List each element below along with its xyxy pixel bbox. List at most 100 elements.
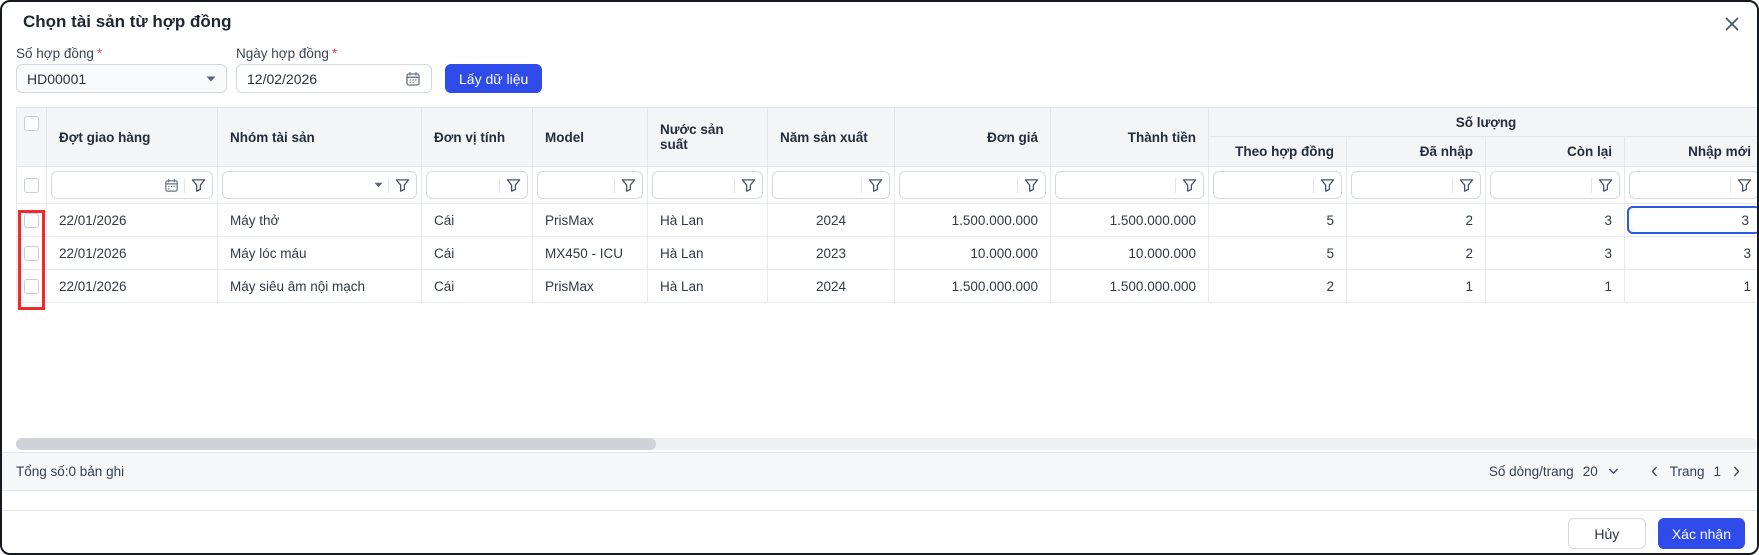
funnel-icon[interactable] — [184, 178, 206, 193]
funnel-icon[interactable] — [614, 178, 636, 193]
select-all-checkbox[interactable] — [24, 116, 39, 131]
cell-con-lai: 3 — [1486, 204, 1625, 236]
chevron-right-icon[interactable] — [1730, 465, 1743, 478]
contract-date-value: 12/02/2026 — [247, 71, 317, 87]
dialog-title: Chọn tài sản từ hợp đồng — [23, 12, 232, 32]
cell-theo-hop-dong: 5 — [1209, 237, 1347, 269]
row-checkbox-cell — [17, 237, 47, 269]
filter-cell-dot-giao-hang — [47, 167, 218, 203]
row-checkbox[interactable] — [24, 246, 39, 261]
contract-date-input[interactable]: 12/02/2026 — [236, 64, 432, 93]
cell-dot-giao-hang: 22/01/2026 — [47, 204, 218, 236]
cell-thanh-tien: 1.500.000.000 — [1051, 270, 1209, 302]
cell-nam-san-xuat: 2024 — [768, 204, 895, 236]
filter-input-theo-hop-dong[interactable] — [1213, 171, 1342, 199]
filter-input-nhap-moi[interactable] — [1629, 171, 1757, 199]
filter-checkbox-cell — [17, 167, 47, 203]
filter-cell-nhap-moi — [1625, 167, 1757, 203]
total-records-text: Tổng số:0 bản ghi — [16, 464, 124, 479]
filter-cell-thanh-tien — [1051, 167, 1209, 203]
filter-input-don-vi-tinh[interactable] — [426, 171, 528, 199]
filter-input-don-gia[interactable] — [899, 171, 1046, 199]
required-asterisk: * — [97, 46, 102, 61]
calendar-icon — [405, 71, 421, 87]
filter-input-dot-giao-hang[interactable] — [51, 171, 213, 199]
funnel-icon[interactable] — [734, 178, 756, 193]
cell-thanh-tien: 1.500.000.000 — [1051, 204, 1209, 236]
horizontal-scrollbar[interactable] — [16, 438, 1757, 450]
filter-input-con-lai[interactable] — [1490, 171, 1620, 199]
page-label: Trang — [1670, 464, 1705, 479]
page-size-value[interactable]: 20 — [1583, 464, 1598, 479]
caret-down-icon — [206, 76, 216, 82]
cell-nhom-tai-san: Máy thở — [218, 204, 422, 236]
funnel-icon[interactable] — [388, 178, 410, 193]
col-header-nuoc-san-xuat: Nước sản suất — [648, 108, 768, 166]
col-header-nam-san-xuat: Năm sản xuất — [768, 108, 895, 166]
fetch-data-button[interactable]: Lấy dữ liệu — [445, 64, 542, 93]
scrollbar-thumb[interactable] — [16, 438, 656, 450]
cell-nuoc-san-xuat: Hà Lan — [648, 237, 768, 269]
close-button[interactable] — [1723, 15, 1741, 33]
filter-cell-con-lai — [1486, 167, 1625, 203]
calendar-icon[interactable] — [164, 178, 179, 193]
table-row: 22/01/2026Máy lóc máuCáiMX450 - ICUHà La… — [16, 237, 1757, 270]
funnel-icon[interactable] — [1017, 178, 1039, 193]
contract-number-label: Số hợp đồng* — [16, 46, 102, 61]
chevron-left-icon[interactable] — [1648, 465, 1661, 478]
required-asterisk: * — [332, 46, 337, 61]
chevron-down-icon[interactable] — [1607, 465, 1620, 478]
table-filter-row — [16, 167, 1757, 204]
cell-theo-hop-dong: 5 — [1209, 204, 1347, 236]
cell-don-gia: 1.500.000.000 — [895, 270, 1051, 302]
funnel-icon[interactable] — [1730, 178, 1752, 193]
filter-input-da-nhap[interactable] — [1351, 171, 1481, 199]
filter-cell-model — [533, 167, 648, 203]
filter-cell-nhom-tai-san — [218, 167, 422, 203]
filter-input-thanh-tien[interactable] — [1055, 171, 1204, 199]
caret-down-icon[interactable] — [374, 182, 383, 188]
row-checkbox-cell — [17, 270, 47, 302]
cell-nhom-tai-san: Máy lóc máu — [218, 237, 422, 269]
funnel-icon[interactable] — [1175, 178, 1197, 193]
cell-don-vi-tinh: Cái — [422, 270, 533, 302]
row-checkbox-cell — [17, 204, 47, 236]
page-size-label: Số dòng/trang — [1489, 464, 1574, 479]
page-number: 1 — [1713, 464, 1721, 479]
cell-nhom-tai-san: Máy siêu âm nội mạch — [218, 270, 422, 302]
col-header-don-vi-tinh: Đơn vị tính — [422, 108, 533, 166]
funnel-icon[interactable] — [1313, 178, 1335, 193]
cell-model: PrisMax — [533, 270, 648, 302]
col-header-dot-giao-hang: Đợt giao hàng — [47, 108, 218, 166]
filter-input-nhom-tai-san[interactable] — [222, 171, 417, 199]
cancel-button[interactable]: Hủy — [1568, 518, 1646, 549]
cell-nam-san-xuat: 2024 — [768, 270, 895, 302]
contract-number-select[interactable]: HD00001 — [16, 64, 227, 93]
dialog-actions: Hủy Xác nhận — [2, 510, 1757, 549]
close-icon — [1724, 16, 1740, 32]
table-row: 22/01/2026Máy siêu âm nội mạchCáiPrisMax… — [16, 270, 1757, 303]
nhap-moi-cell-input[interactable]: 3 — [1627, 206, 1757, 234]
funnel-icon[interactable] — [1452, 178, 1474, 193]
row-checkbox[interactable] — [24, 279, 39, 294]
col-header-con-lai: Còn lại — [1486, 137, 1625, 166]
funnel-icon[interactable] — [861, 178, 883, 193]
cell-nhap-moi: 3 — [1625, 204, 1757, 236]
confirm-button[interactable]: Xác nhận — [1658, 518, 1745, 549]
cell-don-gia: 10.000.000 — [895, 237, 1051, 269]
cell-dot-giao-hang: 22/01/2026 — [47, 237, 218, 269]
col-header-don-gia: Đơn giá — [895, 108, 1051, 166]
filter-input-model[interactable] — [537, 171, 643, 199]
funnel-icon[interactable] — [1591, 178, 1613, 193]
filter-input-nuoc-san-xuat[interactable] — [652, 171, 763, 199]
cell-da-nhap: 2 — [1347, 204, 1486, 236]
col-header-model: Model — [533, 108, 648, 166]
col-group-header-so-luong: Số lượng — [1209, 108, 1757, 137]
cell-nuoc-san-xuat: Hà Lan — [648, 204, 768, 236]
filter-input-nam-san-xuat[interactable] — [772, 171, 890, 199]
cell-con-lai: 3 — [1486, 237, 1625, 269]
funnel-icon[interactable] — [499, 178, 521, 193]
contract-number-value: HD00001 — [27, 71, 86, 87]
row-checkbox[interactable] — [24, 213, 39, 228]
filter-row-checkbox[interactable] — [24, 178, 39, 193]
